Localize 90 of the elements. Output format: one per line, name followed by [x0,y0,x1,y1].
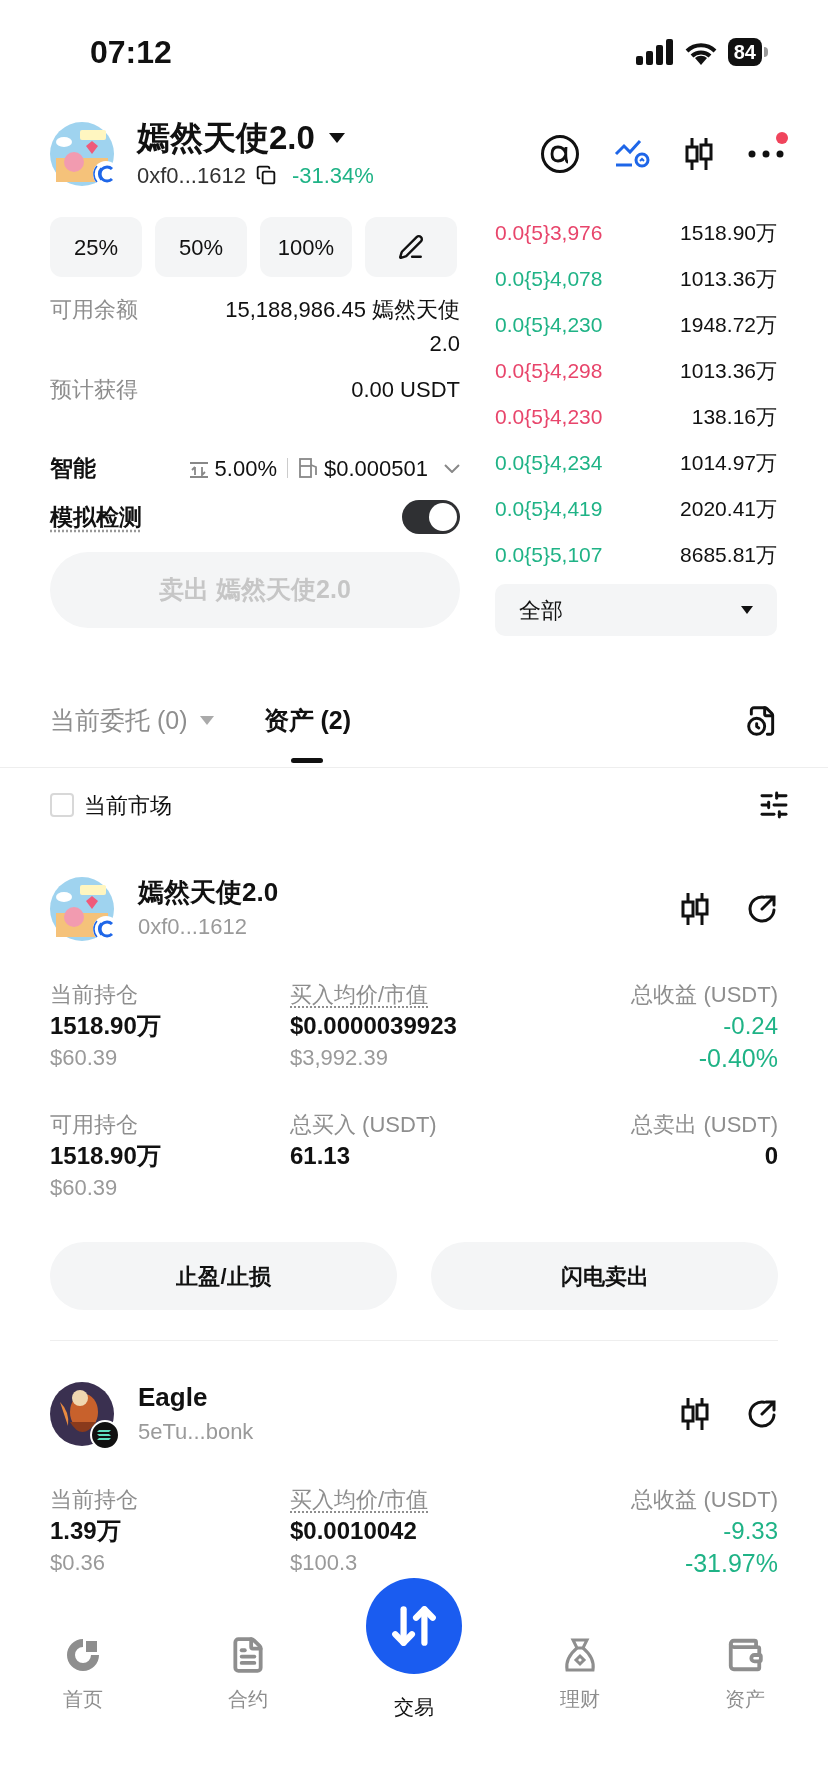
order-amount: 1013.36万 [680,358,777,385]
asset-address: 0xf0...1612 [138,913,248,941]
stat-value: $0.0010042 [290,1516,417,1546]
stat-label: 当前持仓 [50,981,138,1009]
pen-icon [398,234,424,260]
stat-label: 总买入 (USDT) [290,1111,437,1139]
stat-value: -9.33 [723,1516,778,1546]
stat-label: 总收益 (USDT) [631,1486,778,1514]
order-amount: 138.16万 [691,404,777,431]
caret-icon [199,716,214,725]
amount-percent-button[interactable]: 100% [260,217,352,277]
share-icon[interactable] [746,893,778,925]
order-amount: 8685.81万 [680,542,777,569]
copy-icon[interactable] [255,165,276,185]
simulation-label: 模拟检测 [50,502,142,532]
gas-value: $0.000501 [324,454,428,483]
signal-icon [635,39,674,65]
stat-label: 可用持仓 [50,1111,138,1139]
order-amount: 1014.97万 [680,450,777,477]
order-amount: 1518.90万 [680,220,777,247]
price-change: -31.34% [291,161,374,190]
stat-subvalue: $60.39 [50,1044,118,1072]
caret-icon [741,606,753,614]
asset-address: 5eTu...bonk [138,1418,254,1446]
amount-percent-button[interactable]: 50% [155,217,247,277]
amount-percent-button[interactable]: 25% [50,217,142,277]
stat-value: 1518.90万 [50,1141,161,1171]
order-price: 0.0{5}4,230 [495,312,603,339]
stat-subvalue: $3,992.39 [290,1044,388,1072]
nav-tab[interactable]: 交易 [331,1692,497,1722]
stat-value: -0.24 [723,1011,778,1041]
tab[interactable]: 资产 (2) [263,674,351,767]
stat-subvalue: -0.40% [698,1043,778,1074]
stat-label: 总卖出 (USDT) [631,1111,778,1139]
asset-name: Eagle [138,1381,209,1414]
order-price: 0.0{5}4,419 [495,496,603,523]
stat-label: 买入均价/市值 [290,1486,429,1514]
chevron-down-icon [444,463,460,473]
stat-value: 0 [764,1141,778,1171]
stat-subvalue: $100.3 [290,1549,358,1577]
order-amount: 1948.72万 [680,312,777,339]
chain-badge-icon [90,1420,120,1450]
order-price: 0.0{5}4,234 [495,450,603,477]
token-name[interactable]: 嫣然天使2.0 [137,116,315,159]
candlestick-icon[interactable] [680,891,710,927]
smart-label: 智能 [50,454,96,483]
slippage-value: 5.00% [214,454,277,483]
filter-icon[interactable] [758,789,790,821]
order-price: 0.0{5}4,078 [495,266,603,293]
stat-value: 1.39万 [50,1516,121,1546]
expected-value: 0.00 USDT [351,376,460,404]
balance-label: 可用余额 [50,296,138,324]
stat-subvalue: -31.97% [684,1548,778,1579]
order-price: 0.0{5}4,298 [495,358,603,385]
order-price: 0.0{5}4,230 [495,404,603,431]
alpha-icon[interactable] [540,134,580,174]
edit-button[interactable] [365,217,457,277]
share-icon[interactable] [746,1398,778,1430]
chart-alert-icon[interactable] [614,138,650,170]
order-price: 0.0{5}5,107 [495,542,603,569]
stat-subvalue: $0.36 [50,1549,106,1577]
stat-value: 1518.90万 [50,1011,161,1041]
more-icon[interactable] [748,150,784,158]
wallet-icon [726,1636,765,1674]
current-market-checkbox[interactable] [50,793,74,817]
stat-label: 总收益 (USDT) [631,981,778,1009]
order-amount: 2020.41万 [680,496,777,523]
depth-filter-dropdown[interactable]: 全部 [495,584,777,636]
asset-name: 嫣然天使2.0 [138,876,279,909]
expected-label: 预计获得 [50,376,138,404]
current-market-label: 当前市场 [84,791,172,820]
balance-value: 15,188,986.45 嫣然天使2.0 [224,296,460,358]
candlestick-icon[interactable] [684,136,714,172]
candlestick-icon[interactable] [680,1396,710,1432]
stat-value: $0.0000039923 [290,1011,457,1041]
caret-icon[interactable] [328,132,345,143]
stat-label: 当前持仓 [50,1486,138,1514]
stat-subvalue: $60.39 [50,1174,118,1202]
order-price: 0.0{5}3,976 [495,220,603,247]
simulation-toggle[interactable] [402,499,460,534]
stat-value: 61.13 [290,1141,351,1171]
order-amount: 1013.36万 [680,266,777,293]
battery-indicator: 84 [727,38,768,66]
asset-action-button[interactable]: 止盈/止损 [50,1242,397,1310]
token-address: 0xf0...1612 [137,161,246,190]
gas-icon [298,457,318,480]
status-time: 07:12 [90,33,172,72]
trade-settings-selector[interactable]: 5.00% $0.000501 [188,451,460,485]
stat-label: 买入均价/市值 [290,981,429,1009]
asset-action-button[interactable]: 闪电卖出 [431,1242,778,1310]
